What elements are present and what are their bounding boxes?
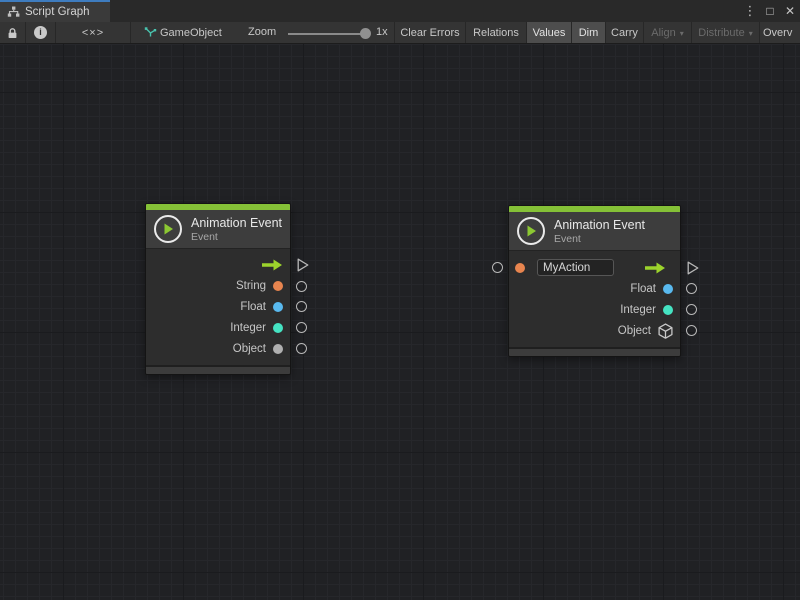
node-subtitle: Event	[191, 231, 282, 243]
values-button[interactable]: Values	[527, 22, 571, 43]
zoom-value: 1x	[376, 26, 388, 38]
event-play-icon	[154, 215, 182, 243]
relations-button[interactable]: Relations	[466, 22, 526, 43]
edit-code-button[interactable]: <×>	[56, 22, 130, 43]
node-animation-event-1[interactable]: Animation Event Event String	[145, 203, 291, 375]
overview-button[interactable]: Overv	[760, 22, 800, 43]
zoom-slider[interactable]	[288, 33, 364, 35]
output-port[interactable]	[296, 301, 307, 312]
graph-icon	[7, 6, 20, 18]
string-type-dot	[273, 281, 283, 291]
node-footer	[146, 365, 290, 374]
port-row: Object	[509, 320, 680, 341]
node-body: Float Integer Object	[509, 251, 680, 347]
window-controls: ⋮ □ ✕	[740, 0, 800, 22]
script-graph-ref-icon	[142, 22, 158, 43]
node-footer	[509, 347, 680, 356]
port-row: Object	[146, 338, 290, 359]
dim-button[interactable]: Dim	[572, 22, 605, 43]
string-type-dot	[515, 263, 525, 273]
port-row: Float	[146, 297, 290, 318]
menu-icon[interactable]: ⋮	[740, 0, 760, 22]
node-title: Animation Event	[554, 218, 645, 233]
lock-icon	[7, 27, 18, 39]
flow-arrow-icon	[645, 262, 666, 274]
port-row: Integer	[509, 299, 680, 320]
toolbar: i <×> GameObject Zoom 1x Clear Errors Re…	[0, 22, 800, 44]
flow-row	[146, 255, 290, 276]
output-port[interactable]	[296, 343, 307, 354]
carry-button[interactable]: Carry	[606, 22, 643, 43]
flow-output-port[interactable]	[297, 258, 309, 272]
maximize-icon[interactable]: □	[760, 0, 780, 22]
tab-script-graph[interactable]: Script Graph	[0, 0, 110, 22]
tab-title: Script Graph	[25, 6, 90, 18]
chevron-down-icon: ▾	[749, 29, 753, 38]
gameobject-reference[interactable]: GameObject	[160, 22, 222, 43]
output-port[interactable]	[296, 281, 307, 292]
output-port[interactable]	[686, 304, 697, 315]
tab-bar: Script Graph ⋮ □ ✕	[0, 0, 800, 22]
output-port[interactable]	[296, 322, 307, 333]
info-icon: i	[34, 26, 47, 39]
port-row: Integer	[146, 317, 290, 338]
script-graph-window: Script Graph ⋮ □ ✕ i <×>	[0, 0, 800, 600]
lock-button[interactable]	[0, 22, 25, 43]
port-row: String	[146, 276, 290, 297]
float-type-dot	[273, 302, 283, 312]
output-port[interactable]	[686, 325, 697, 336]
node-title: Animation Event	[191, 216, 282, 231]
flow-output-port[interactable]	[687, 261, 699, 275]
node-header[interactable]: Animation Event Event	[146, 210, 290, 249]
distribute-button[interactable]: Distribute ▾	[692, 22, 759, 43]
integer-type-dot	[663, 305, 673, 315]
clear-errors-button[interactable]: Clear Errors	[395, 22, 465, 43]
node-animation-event-2[interactable]: Animation Event Event	[508, 205, 681, 357]
cube-icon	[658, 323, 673, 339]
zoom-slider-thumb[interactable]	[360, 28, 371, 39]
event-play-icon	[517, 217, 545, 245]
node-subtitle: Event	[554, 233, 645, 245]
zoom-label: Zoom	[248, 26, 276, 38]
code-icon: <×>	[82, 27, 104, 39]
inspect-button[interactable]: i	[26, 22, 55, 43]
node-body: String Float Integer	[146, 249, 290, 365]
chevron-down-icon: ▾	[680, 29, 684, 38]
flow-arrow-icon	[262, 259, 283, 271]
event-name-input[interactable]	[537, 259, 614, 276]
integer-type-dot	[273, 323, 283, 333]
port-row: Float	[509, 278, 680, 299]
input-port[interactable]	[492, 262, 503, 273]
float-type-dot	[663, 284, 673, 294]
object-type-dot	[273, 344, 283, 354]
node-header[interactable]: Animation Event Event	[509, 212, 680, 251]
name-input-row	[509, 257, 680, 278]
output-port[interactable]	[686, 283, 697, 294]
align-button[interactable]: Align ▾	[644, 22, 691, 43]
graph-canvas[interactable]: Animation Event Event String	[0, 44, 800, 600]
close-icon[interactable]: ✕	[780, 0, 800, 22]
